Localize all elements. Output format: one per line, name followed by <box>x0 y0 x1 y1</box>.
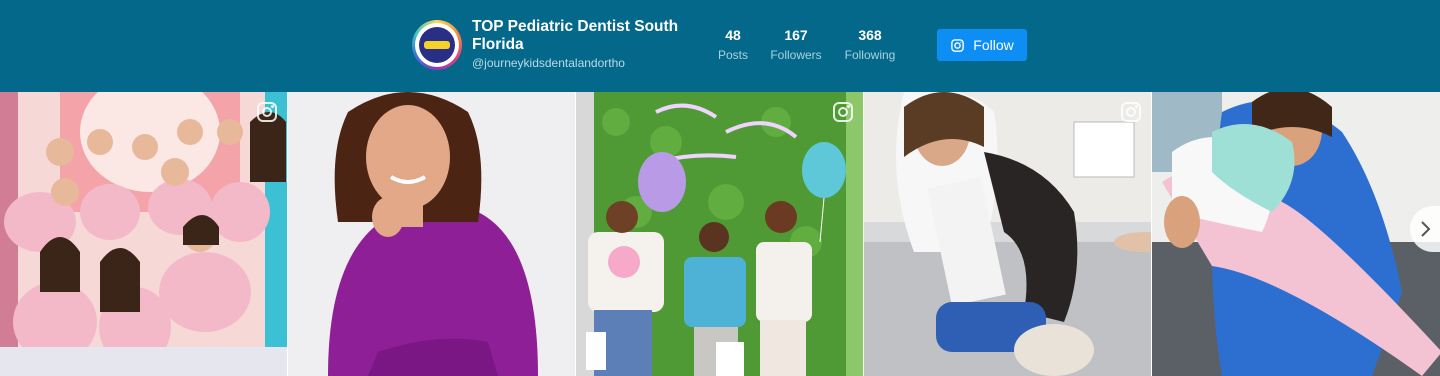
profile-name[interactable]: TOP Pediatric Dentist South Florida <box>472 18 682 54</box>
stat-following: 368 Following <box>838 27 902 63</box>
stat-following-label: Following <box>844 48 896 62</box>
journey-kids-logo <box>419 27 455 63</box>
post-3-image <box>576 92 863 376</box>
instagram-icon <box>951 38 965 52</box>
chevron-right-icon <box>1421 221 1431 237</box>
post-1-instagram-icon <box>257 102 277 122</box>
avatar-ring <box>415 23 459 67</box>
stat-following-value: 368 <box>858 27 882 43</box>
follow-button-label: Follow <box>973 37 1014 53</box>
post-4-instagram-icon <box>1121 102 1141 122</box>
stat-posts: 48 Posts <box>712 27 754 63</box>
post-5[interactable] <box>1152 92 1440 376</box>
post-4[interactable] <box>864 92 1151 376</box>
post-1[interactable] <box>0 92 287 376</box>
post-4-image <box>864 92 1151 376</box>
follow-button[interactable]: Follow <box>937 29 1027 61</box>
profile-handle[interactable]: @journeykidsdentalandortho <box>472 56 625 70</box>
post-2[interactable] <box>288 92 575 376</box>
post-grid <box>0 92 1440 376</box>
stat-followers-value: 167 <box>784 27 808 43</box>
stat-posts-value: 48 <box>725 27 741 43</box>
post-5-image <box>1152 92 1440 376</box>
stat-followers-label: Followers <box>770 48 822 62</box>
post-2-image <box>288 92 575 376</box>
post-3-instagram-icon <box>833 102 853 122</box>
profile-avatar[interactable] <box>412 20 462 70</box>
profile-header: TOP Pediatric Dentist South Florida @jou… <box>0 0 1440 92</box>
stat-followers: 167 Followers <box>764 27 828 63</box>
post-3[interactable] <box>576 92 863 376</box>
post-1-image <box>0 92 287 376</box>
stat-posts-label: Posts <box>717 48 748 62</box>
